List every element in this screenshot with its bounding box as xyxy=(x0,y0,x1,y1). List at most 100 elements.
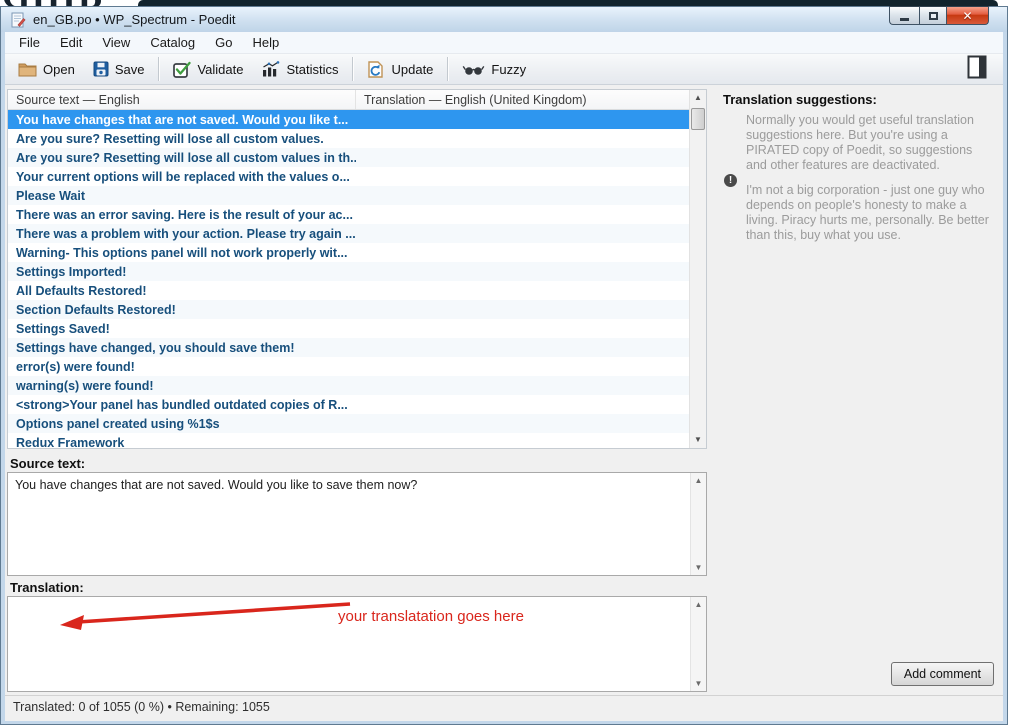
source-cell: Redux Framework xyxy=(8,436,356,449)
poedit-doc-icon xyxy=(10,12,26,28)
source-cell: error(s) were found! xyxy=(8,360,356,374)
source-cell: Are you sure? Resetting will lose all cu… xyxy=(8,132,356,146)
scroll-up-icon[interactable]: ▲ xyxy=(691,600,706,609)
minimize-button[interactable] xyxy=(889,6,919,25)
source-cell: Your current options will be replaced wi… xyxy=(8,170,356,184)
list-item[interactable]: Please Wait xyxy=(8,186,689,205)
sidebar-toggle-button[interactable] xyxy=(967,55,1003,84)
menu-catalog[interactable]: Catalog xyxy=(140,33,205,52)
scroll-down-icon[interactable]: ▼ xyxy=(690,432,706,448)
maximize-icon xyxy=(929,12,938,20)
toolbar-buttons: Open Save Validate Statistics Update Fuzzy xyxy=(9,57,535,81)
toolbar-button-label: Save xyxy=(115,62,145,77)
close-icon: ✕ xyxy=(962,10,972,22)
menu-help[interactable]: Help xyxy=(242,33,289,52)
save-button[interactable]: Save xyxy=(84,58,154,80)
status-bar: Translated: 0 of 1055 (0 %) • Remaining:… xyxy=(5,695,1003,718)
source-cell: Settings have changed, you should save t… xyxy=(8,341,356,355)
annotation-text: your translatation goes here xyxy=(338,608,524,625)
suggestions-title: Translation suggestions: xyxy=(723,92,877,107)
update-button[interactable]: Update xyxy=(358,58,442,81)
toolbar-separator xyxy=(158,57,159,81)
list-item[interactable]: Settings have changed, you should save t… xyxy=(8,338,689,357)
list-item[interactable]: Are you sure? Resetting will lose all cu… xyxy=(8,148,689,167)
source-text-box: You have changes that are not saved. Wou… xyxy=(7,472,707,576)
source-cell: All Defaults Restored! xyxy=(8,284,356,298)
scroll-down-icon[interactable]: ▼ xyxy=(691,563,706,572)
toolbar-separator xyxy=(447,57,448,81)
source-cell: Are you sure? Resetting will lose all cu… xyxy=(8,151,356,165)
add-comment-button[interactable]: Add comment xyxy=(891,662,994,686)
title-bar[interactable]: en_GB.po • WP_Spectrum - Poedit ✕ xyxy=(1,7,1007,32)
toolbar-button-label: Fuzzy xyxy=(491,62,526,77)
statistics-button[interactable]: Statistics xyxy=(252,58,347,80)
validate-button[interactable]: Validate xyxy=(164,58,252,81)
open-button[interactable]: Open xyxy=(9,58,84,80)
source-cell: <strong>Your panel has bundled outdated … xyxy=(8,398,356,412)
list-item[interactable]: Settings Saved! xyxy=(8,319,689,338)
menu-view[interactable]: View xyxy=(92,33,140,52)
update-icon xyxy=(367,61,385,78)
fuzzy-button[interactable]: Fuzzy xyxy=(453,59,535,80)
scroll-down-icon[interactable]: ▼ xyxy=(691,679,706,688)
list-item[interactable]: You have changes that are not saved. Wou… xyxy=(8,110,689,129)
scrollbar-thumb[interactable] xyxy=(691,108,705,130)
validate-icon xyxy=(173,61,191,78)
source-cell: Settings Saved! xyxy=(8,322,356,336)
list-item[interactable]: Settings Imported! xyxy=(8,262,689,281)
toolbar: Open Save Validate Statistics Update Fuzzy xyxy=(5,54,1003,85)
list-item[interactable]: Options panel created using %1$s xyxy=(8,414,689,433)
window-body: FileEditViewCatalogGoHelp Open Save Valida… xyxy=(5,32,1003,721)
statistics-icon xyxy=(261,61,280,77)
status-text: Translated: 0 of 1055 (0 %) • Remaining:… xyxy=(13,700,270,714)
source-cell: There was a problem with your action. Pl… xyxy=(8,227,356,241)
menu-go[interactable]: Go xyxy=(205,33,242,52)
suggestions-sidebar: Translation suggestions: Normally you wo… xyxy=(707,85,1003,695)
list-body: You have changes that are not saved. Wou… xyxy=(8,110,689,448)
maximize-button[interactable] xyxy=(919,6,947,25)
exclamation-circle-icon: ! xyxy=(724,174,737,187)
column-header-source[interactable]: Source text — English xyxy=(8,90,356,109)
scroll-up-icon[interactable]: ▲ xyxy=(690,90,706,106)
list-header: Source text — English Translation — Engl… xyxy=(8,90,689,110)
list-item[interactable]: error(s) were found! xyxy=(8,357,689,376)
list-item[interactable]: Redux Framework xyxy=(8,433,689,448)
main-area: Source text — English Translation — Engl… xyxy=(5,85,1003,695)
source-cell: Please Wait xyxy=(8,189,356,203)
column-header-translation[interactable]: Translation — English (United Kingdom) xyxy=(356,90,689,109)
list-item[interactable]: Are you sure? Resetting will lose all cu… xyxy=(8,129,689,148)
menu-bar: FileEditViewCatalogGoHelp xyxy=(5,32,1003,54)
toolbar-button-label: Statistics xyxy=(286,62,338,77)
entries-list: Source text — English Translation — Engl… xyxy=(7,89,707,449)
scroll-up-icon[interactable]: ▲ xyxy=(691,476,706,485)
list-item[interactable]: <strong>Your panel has bundled outdated … xyxy=(8,395,689,414)
toolbar-separator xyxy=(352,57,353,81)
list-item[interactable]: Your current options will be replaced wi… xyxy=(8,167,689,186)
list-item[interactable]: There was an error saving. Here is the r… xyxy=(8,205,689,224)
source-text-label: Source text: xyxy=(10,456,85,471)
list-item[interactable]: There was a problem with your action. Pl… xyxy=(8,224,689,243)
suggestions-paragraph-2: I'm not a big corporation - just one guy… xyxy=(746,183,992,243)
folder-icon xyxy=(18,61,37,77)
toolbar-button-label: Validate xyxy=(197,62,243,77)
source-cell: You have changes that are not saved. Wou… xyxy=(8,113,356,127)
toolbar-button-label: Open xyxy=(43,62,75,77)
fuzzy-icon xyxy=(462,62,485,77)
translation-scrollbar[interactable]: ▲ ▼ xyxy=(690,597,706,691)
list-item[interactable]: warning(s) were found! xyxy=(8,376,689,395)
suggestions-paragraph-1: Normally you would get useful translatio… xyxy=(746,113,992,173)
close-button[interactable]: ✕ xyxy=(947,6,989,25)
menu-edit[interactable]: Edit xyxy=(50,33,92,52)
source-scrollbar[interactable]: ▲ ▼ xyxy=(690,473,706,575)
list-item[interactable]: Section Defaults Restored! xyxy=(8,300,689,319)
source-cell: Warning- This options panel will not wor… xyxy=(8,246,356,260)
sidebar-toggle-icon xyxy=(967,66,987,83)
source-cell: There was an error saving. Here is the r… xyxy=(8,208,356,222)
source-cell: warning(s) were found! xyxy=(8,379,356,393)
list-item[interactable]: All Defaults Restored! xyxy=(8,281,689,300)
translation-input[interactable]: your translatation goes here ▲ ▼ xyxy=(7,596,707,692)
minimize-icon xyxy=(900,18,909,21)
list-scrollbar[interactable]: ▲ ▼ xyxy=(689,90,706,448)
menu-file[interactable]: File xyxy=(9,33,50,52)
list-item[interactable]: Warning- This options panel will not wor… xyxy=(8,243,689,262)
